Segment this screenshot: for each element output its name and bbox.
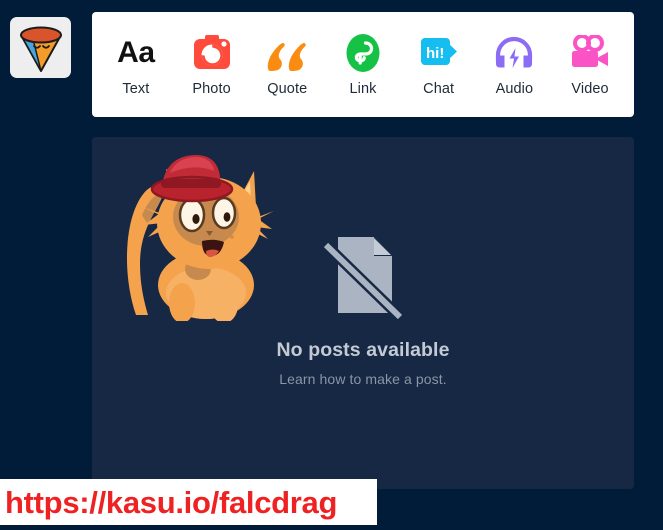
text-aa-glyph: Aa: [117, 36, 155, 70]
blog-avatar[interactable]: [10, 17, 71, 78]
quote-marks-icon: [266, 32, 308, 74]
movie-camera-icon: [569, 32, 611, 74]
post-type-video[interactable]: Video: [554, 32, 626, 97]
post-type-label: Photo: [192, 81, 231, 98]
post-type-label: Chat: [423, 81, 455, 98]
post-type-toolbar: Aa Text Photo Quote Link hi! Chat Audio …: [92, 12, 634, 117]
post-type-text[interactable]: Aa Text: [100, 32, 172, 97]
post-type-audio[interactable]: Audio: [478, 32, 550, 97]
ice-cream-cone-avatar-icon: [15, 22, 67, 74]
text-aa-icon: Aa: [117, 32, 155, 74]
empty-state-title: No posts available: [276, 339, 450, 361]
headphones-icon: [493, 32, 535, 74]
post-type-link[interactable]: Link: [327, 32, 399, 97]
posts-panel: No posts available Learn how to make a p…: [92, 137, 634, 489]
post-type-chat[interactable]: hi! Chat: [403, 32, 475, 97]
cat-with-fedora-mascot-icon: [114, 145, 284, 321]
post-type-photo[interactable]: Photo: [176, 32, 248, 97]
post-type-label: Link: [349, 81, 377, 98]
url-text: https://kasu.io/falcdrag: [5, 484, 338, 520]
svg-text:hi!: hi!: [426, 45, 444, 62]
url-overlay-banner: https://kasu.io/falcdrag: [0, 479, 377, 525]
post-type-label: Text: [122, 81, 150, 98]
chat-bubble-icon: hi!: [419, 32, 459, 74]
post-type-quote[interactable]: Quote: [251, 32, 323, 97]
post-type-label: Audio: [495, 81, 534, 98]
no-document-icon: [320, 229, 406, 321]
empty-state-subtitle: Learn how to make a post.: [279, 370, 447, 387]
post-type-label: Video: [571, 81, 609, 98]
link-chain-icon: [344, 32, 382, 74]
post-type-label: Quote: [267, 81, 308, 98]
camera-icon: [192, 32, 232, 74]
